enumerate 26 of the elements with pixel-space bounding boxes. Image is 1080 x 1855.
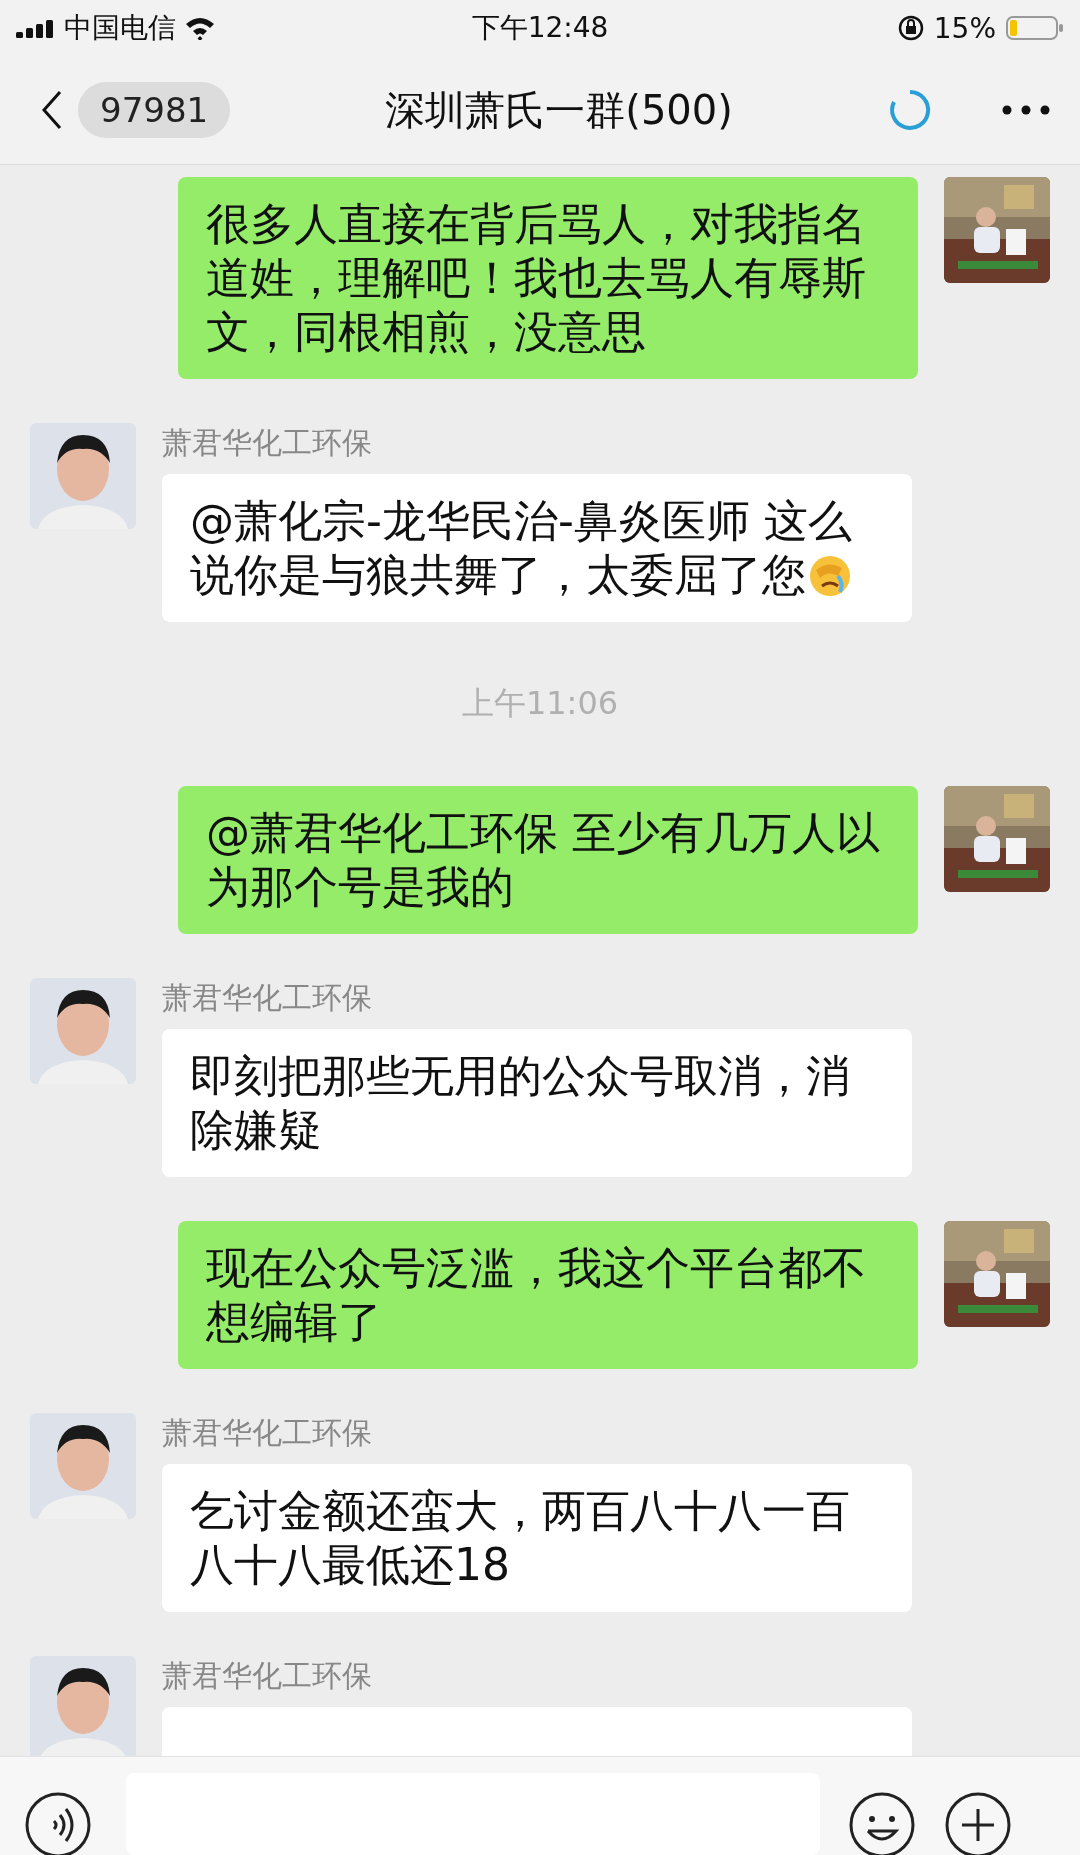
battery-percent: 15%	[933, 11, 996, 45]
signal-icon	[16, 18, 56, 38]
carrier-name: 中国电信	[64, 10, 176, 46]
sender-name: 萧君华化工环保	[162, 424, 373, 462]
voice-icon[interactable]	[24, 1791, 92, 1855]
back-icon[interactable]	[40, 90, 64, 130]
wifi-icon	[184, 16, 216, 40]
unread-count[interactable]: 97981	[78, 82, 231, 138]
loading-icon	[888, 88, 932, 132]
sender-name: 萧君华化工环保	[162, 979, 373, 1017]
message-bubble: 现在公众号泛滥，我这个平台都不想编辑了	[178, 1221, 918, 1369]
add-icon[interactable]	[944, 1791, 1012, 1855]
sender-name: 萧君华化工环保	[162, 1657, 373, 1695]
message-bubble: @萧化宗-龙华民治-鼻炎医师 这么说你是与狼共舞了，太委屈了您	[162, 474, 912, 622]
battery-icon	[1006, 15, 1064, 41]
more-icon[interactable]	[1002, 105, 1050, 115]
message-bubble: 很多人直接在背后骂人，对我指名道姓，理解吧！我也去骂人有辱斯文，同根相煎，没意思	[178, 177, 918, 379]
message-bubble: 即刻把那些无用的公众号取消，消除嫌疑	[162, 1029, 912, 1177]
message-bubble: @萧君华化工环保 至少有几万人以为那个号是我的	[178, 786, 918, 934]
emoji-icon[interactable]	[848, 1791, 916, 1855]
clock-time: 下午12:48	[471, 10, 609, 46]
chat-title: 深圳萧氏一群(500)	[384, 85, 734, 135]
message-bubble: 乞讨金额还蛮大，两百八十八一百八十八最低还18	[162, 1464, 912, 1612]
sender-name: 萧君华化工环保	[162, 1414, 373, 1452]
rotation-lock-icon	[897, 15, 924, 41]
message-time: 上午11:06	[460, 683, 620, 724]
